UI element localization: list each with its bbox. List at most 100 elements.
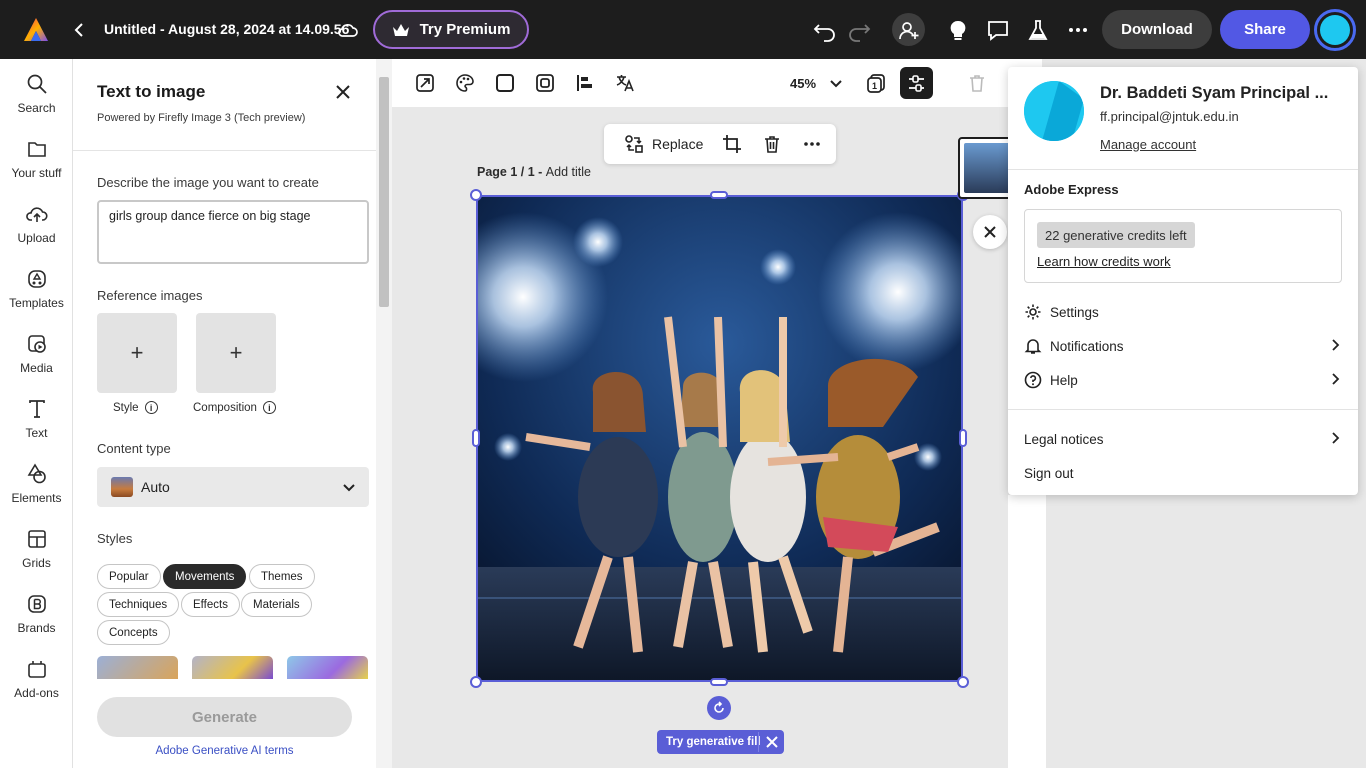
resize-icon[interactable] xyxy=(415,73,435,93)
notifications-menu-item[interactable]: Notifications xyxy=(1024,334,1342,358)
nav-upload[interactable]: Upload xyxy=(0,203,73,245)
plus-icon: + xyxy=(229,340,243,365)
replace-button[interactable]: Replace xyxy=(624,134,703,154)
chevron-right-icon xyxy=(1332,373,1340,385)
chip-themes[interactable]: Themes xyxy=(249,564,315,589)
close-icon[interactable] xyxy=(333,82,353,102)
search-icon xyxy=(27,74,47,94)
document-title[interactable]: Untitled - August 28, 2024 at 14.09.56 xyxy=(104,21,349,37)
nav-search[interactable]: Search xyxy=(0,73,73,115)
user-avatar-button[interactable] xyxy=(1314,9,1356,51)
resize-handle-bottom[interactable] xyxy=(710,678,728,686)
text-to-image-panel: Text to image Powered by Firefly Image 3… xyxy=(73,59,376,768)
prompt-input[interactable]: girls group dance fierce on big stage xyxy=(97,200,369,264)
chevron-down-icon xyxy=(341,479,357,495)
describe-label: Describe the image you want to create xyxy=(97,175,319,190)
info-icon[interactable]: i xyxy=(144,401,158,414)
style-thumbnail[interactable] xyxy=(192,656,273,679)
close-thumbnails-button[interactable] xyxy=(973,215,1007,249)
align-icon[interactable] xyxy=(575,73,595,93)
add-title-input[interactable]: Add title xyxy=(546,165,591,179)
divider xyxy=(758,732,759,752)
help-label: Help xyxy=(1050,372,1078,388)
manage-account-link[interactable]: Manage account xyxy=(1100,137,1196,152)
trash-icon[interactable] xyxy=(762,134,782,154)
nav-media[interactable]: Media xyxy=(0,333,73,375)
content-type-dropdown[interactable]: Auto xyxy=(97,467,369,507)
try-generative-fill-button[interactable]: Try generative fill xyxy=(657,730,784,754)
legal-notices-menu-item[interactable]: Legal notices xyxy=(1024,427,1342,451)
chip-concepts[interactable]: Concepts xyxy=(97,620,170,645)
nav-your-stuff[interactable]: Your stuff xyxy=(0,138,73,180)
chip-movements[interactable]: Movements xyxy=(163,564,247,589)
crop-icon[interactable] xyxy=(722,134,742,154)
resize-handle-right[interactable] xyxy=(959,429,967,447)
adobe-express-logo-icon[interactable] xyxy=(22,16,50,44)
page-number: Page 1 / 1 - xyxy=(477,165,546,179)
nav-text[interactable]: Text xyxy=(0,398,73,440)
nav-brands[interactable]: Brands xyxy=(0,593,73,635)
account-menu: Dr. Baddeti Syam Principal ... ff.princi… xyxy=(1008,67,1358,495)
zoom-level[interactable]: 45% xyxy=(790,76,816,91)
try-premium-button[interactable]: Try Premium xyxy=(373,10,529,49)
content-type-label: Content type xyxy=(97,441,171,456)
credits-badge: 22 generative credits left xyxy=(1037,222,1195,248)
layers-toggle-button[interactable] xyxy=(900,67,933,99)
invite-collaborators-button[interactable] xyxy=(892,13,925,46)
resize-handle-bottom-right[interactable] xyxy=(957,676,969,688)
scrollbar-thumb[interactable] xyxy=(379,77,389,307)
style-thumbnail[interactable] xyxy=(287,656,368,679)
style-thumbnail[interactable] xyxy=(97,656,178,679)
chip-materials[interactable]: Materials xyxy=(241,592,312,617)
add-style-reference-button[interactable]: + xyxy=(97,313,177,393)
border-icon[interactable] xyxy=(535,73,555,93)
learn-credits-link[interactable]: Learn how credits work xyxy=(1037,254,1171,269)
undo-icon[interactable] xyxy=(812,17,838,43)
rotate-handle[interactable] xyxy=(707,696,731,720)
shape-square-icon[interactable] xyxy=(495,73,515,93)
nav-grids[interactable]: Grids xyxy=(0,528,73,570)
more-options-icon[interactable] xyxy=(802,134,822,154)
help-icon xyxy=(1024,371,1042,389)
page-count-icon[interactable]: 1 xyxy=(865,72,887,94)
chip-techniques[interactable]: Techniques xyxy=(97,592,180,617)
sign-out-menu-item[interactable]: Sign out xyxy=(1024,461,1342,485)
elements-icon xyxy=(27,463,46,484)
nav-elements[interactable]: Elements xyxy=(0,463,73,505)
generate-button[interactable]: Generate xyxy=(97,697,352,737)
back-chevron-icon[interactable] xyxy=(70,20,90,40)
redo-icon[interactable] xyxy=(846,17,872,43)
lightbulb-icon[interactable] xyxy=(945,17,971,43)
nav-templates[interactable]: Templates xyxy=(0,268,73,310)
text-icon xyxy=(28,400,45,418)
nav-text-label: Text xyxy=(25,426,48,440)
info-icon[interactable]: i xyxy=(262,401,276,414)
chip-popular[interactable]: Popular xyxy=(97,564,161,589)
nav-add-ons[interactable]: Add-ons xyxy=(0,658,73,700)
resize-handle-bottom-left[interactable] xyxy=(470,676,482,688)
more-options-icon[interactable] xyxy=(1065,17,1091,43)
delete-icon[interactable] xyxy=(967,73,987,93)
generated-image[interactable] xyxy=(476,195,963,682)
cloud-sync-icon[interactable] xyxy=(336,18,360,42)
chip-effects[interactable]: Effects xyxy=(181,592,240,617)
download-button[interactable]: Download xyxy=(1102,10,1212,49)
palette-icon[interactable] xyxy=(455,73,475,93)
chevron-down-icon[interactable] xyxy=(828,75,844,91)
legal-notices-label: Legal notices xyxy=(1024,431,1104,447)
divider xyxy=(1008,409,1358,410)
help-menu-item[interactable]: Help xyxy=(1024,368,1342,392)
share-button[interactable]: Share xyxy=(1220,10,1310,49)
resize-handle-top[interactable] xyxy=(710,191,728,199)
flask-icon[interactable] xyxy=(1025,17,1051,43)
close-icon[interactable] xyxy=(765,735,779,749)
add-composition-reference-button[interactable]: + xyxy=(196,313,276,393)
panel-scrollbar[interactable] xyxy=(376,59,392,768)
ai-terms-link[interactable]: Adobe Generative AI terms xyxy=(73,745,376,757)
resize-handle-top-left[interactable] xyxy=(470,189,482,201)
comment-icon[interactable] xyxy=(985,17,1011,43)
translate-icon[interactable] xyxy=(615,73,635,93)
resize-handle-left[interactable] xyxy=(472,429,480,447)
settings-menu-item[interactable]: Settings xyxy=(1024,300,1342,324)
bell-icon xyxy=(1024,339,1042,354)
